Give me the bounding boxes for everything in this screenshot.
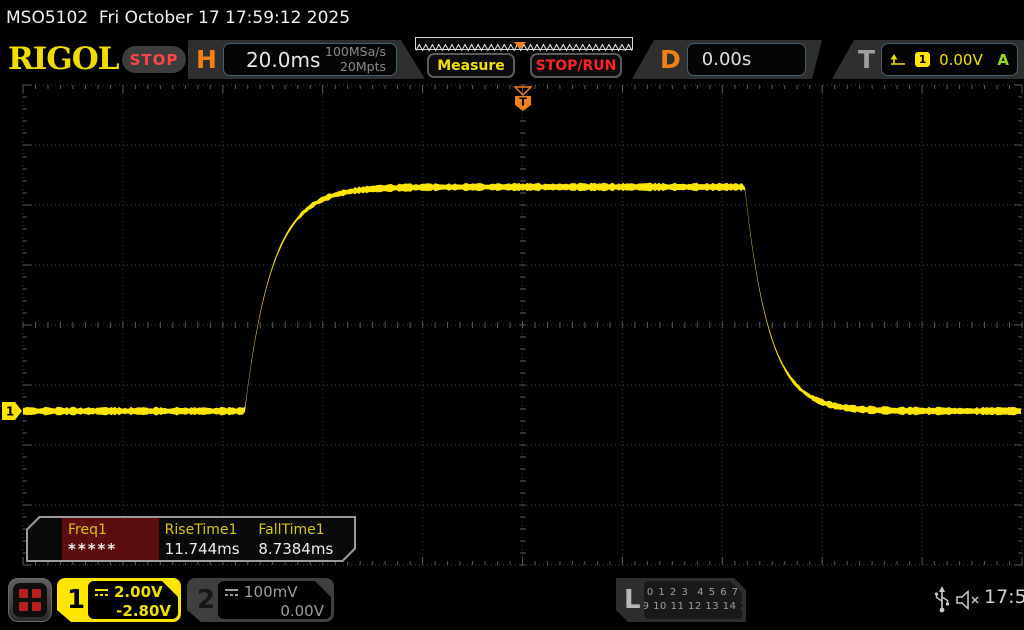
channel-1-offset: -2.80V — [94, 602, 171, 620]
run-state-badge: STOP — [122, 46, 186, 73]
measure-button[interactable]: Measure — [427, 53, 515, 78]
trigger-panel[interactable]: T 1 0.00V A — [832, 40, 1024, 79]
measurement-label: RiseTime1 — [165, 522, 247, 538]
menu-button[interactable] — [8, 578, 52, 622]
digital-channels-widget[interactable]: L 0 1 2 3 4 5 6 7 8 9 10 11 12 13 14 15 — [616, 578, 746, 622]
channel-1-info: 2.00V -2.80V — [88, 581, 178, 619]
digital-row-8-15: 8 9 10 11 12 13 14 15 — [632, 600, 754, 614]
channel-1-widget[interactable]: 1 2.00V -2.80V — [57, 578, 181, 622]
t-label: T — [858, 45, 875, 74]
titlebar: MSO5102 Fri October 17 17:59:12 2025 — [0, 0, 1024, 36]
digital-row-0-7: 0 1 2 3 4 5 6 7 — [647, 586, 739, 600]
measurement-label: FallTime1 — [258, 522, 348, 538]
delay-inset: 0.00s — [687, 43, 806, 76]
channel-1-scale: 2.00V — [114, 583, 163, 601]
measurement-panel-inner: Freq1 ***** RiseTime1 11.744ms FallTime1… — [28, 518, 354, 560]
acquisition-info: 100MSa/s 20Mpts — [325, 45, 386, 74]
trigger-source-badge: 1 — [915, 52, 930, 67]
trigger-inset: 1 0.00V A — [881, 43, 1018, 76]
model-and-datetime: MSO5102 Fri October 17 17:59:12 2025 — [6, 8, 350, 28]
d-label: D — [660, 45, 681, 74]
channel-1-number: 1 — [64, 578, 88, 622]
horizontal-panel[interactable]: H 20.0ms 100MSa/s 20Mpts — [188, 40, 425, 79]
measurement-item-falltime1[interactable]: FallTime1 8.7384ms — [252, 518, 354, 560]
measurement-value: 8.7384ms — [258, 540, 348, 558]
svg-text:1: 1 — [6, 405, 14, 419]
overview-zigzag — [416, 42, 632, 53]
dc-coupling-icon — [224, 587, 239, 597]
channel-2-number: 2 — [194, 578, 218, 622]
h-label: H — [196, 45, 217, 74]
delay-panel[interactable]: D 0.00s — [632, 40, 822, 79]
measure-button-label: Measure — [437, 58, 505, 74]
channel-2-info: 100mV 0.00V — [218, 581, 331, 619]
waveform-overview-strip[interactable] — [415, 37, 633, 50]
measurement-value: ***** — [68, 540, 153, 558]
digital-label: L — [624, 578, 641, 622]
channel-2-offset: 0.00V — [224, 602, 324, 620]
sample-rate: 100MSa/s — [325, 45, 386, 59]
sound-muted-icon — [956, 590, 982, 610]
measurement-item-risetime1[interactable]: RiseTime1 11.744ms — [159, 518, 253, 560]
svg-text:T: T — [519, 96, 527, 109]
oscilloscope-screen: 1T MSO5102 Fri October 17 17:59:12 2025 … — [0, 0, 1024, 630]
measurement-label: Freq1 — [68, 522, 153, 538]
trigger-sweep-mode: A — [997, 51, 1009, 69]
channel-2-widget[interactable]: 2 100mV 0.00V — [187, 578, 334, 622]
trigger-edge-icon — [890, 53, 906, 67]
horizontal-inset: 20.0ms 100MSa/s 20Mpts — [223, 43, 397, 76]
memory-depth: 20Mpts — [325, 60, 386, 74]
stop-run-button[interactable]: STOP/RUN — [530, 53, 622, 78]
measurement-item-freq1[interactable]: Freq1 ***** — [62, 518, 159, 560]
measurement-panel[interactable]: Freq1 ***** RiseTime1 11.744ms FallTime1… — [26, 516, 356, 562]
delay-value: 0.00s — [702, 49, 751, 70]
stop-run-button-label: STOP/RUN — [536, 58, 617, 74]
trigger-level-value: 0.00V — [939, 51, 983, 69]
rigol-logo: RIGOL — [8, 40, 120, 78]
timebase-value: 20.0ms — [228, 48, 320, 72]
digital-channel-list: 0 1 2 3 4 5 6 7 8 9 10 11 12 13 14 15 — [644, 581, 742, 619]
clock: 17:58 — [984, 586, 1024, 608]
channel-2-scale: 100mV — [244, 583, 298, 601]
menu-grid-icon — [13, 583, 47, 617]
dc-coupling-icon — [94, 587, 109, 597]
measurement-value: 11.744ms — [165, 540, 247, 558]
usb-icon — [934, 585, 950, 615]
